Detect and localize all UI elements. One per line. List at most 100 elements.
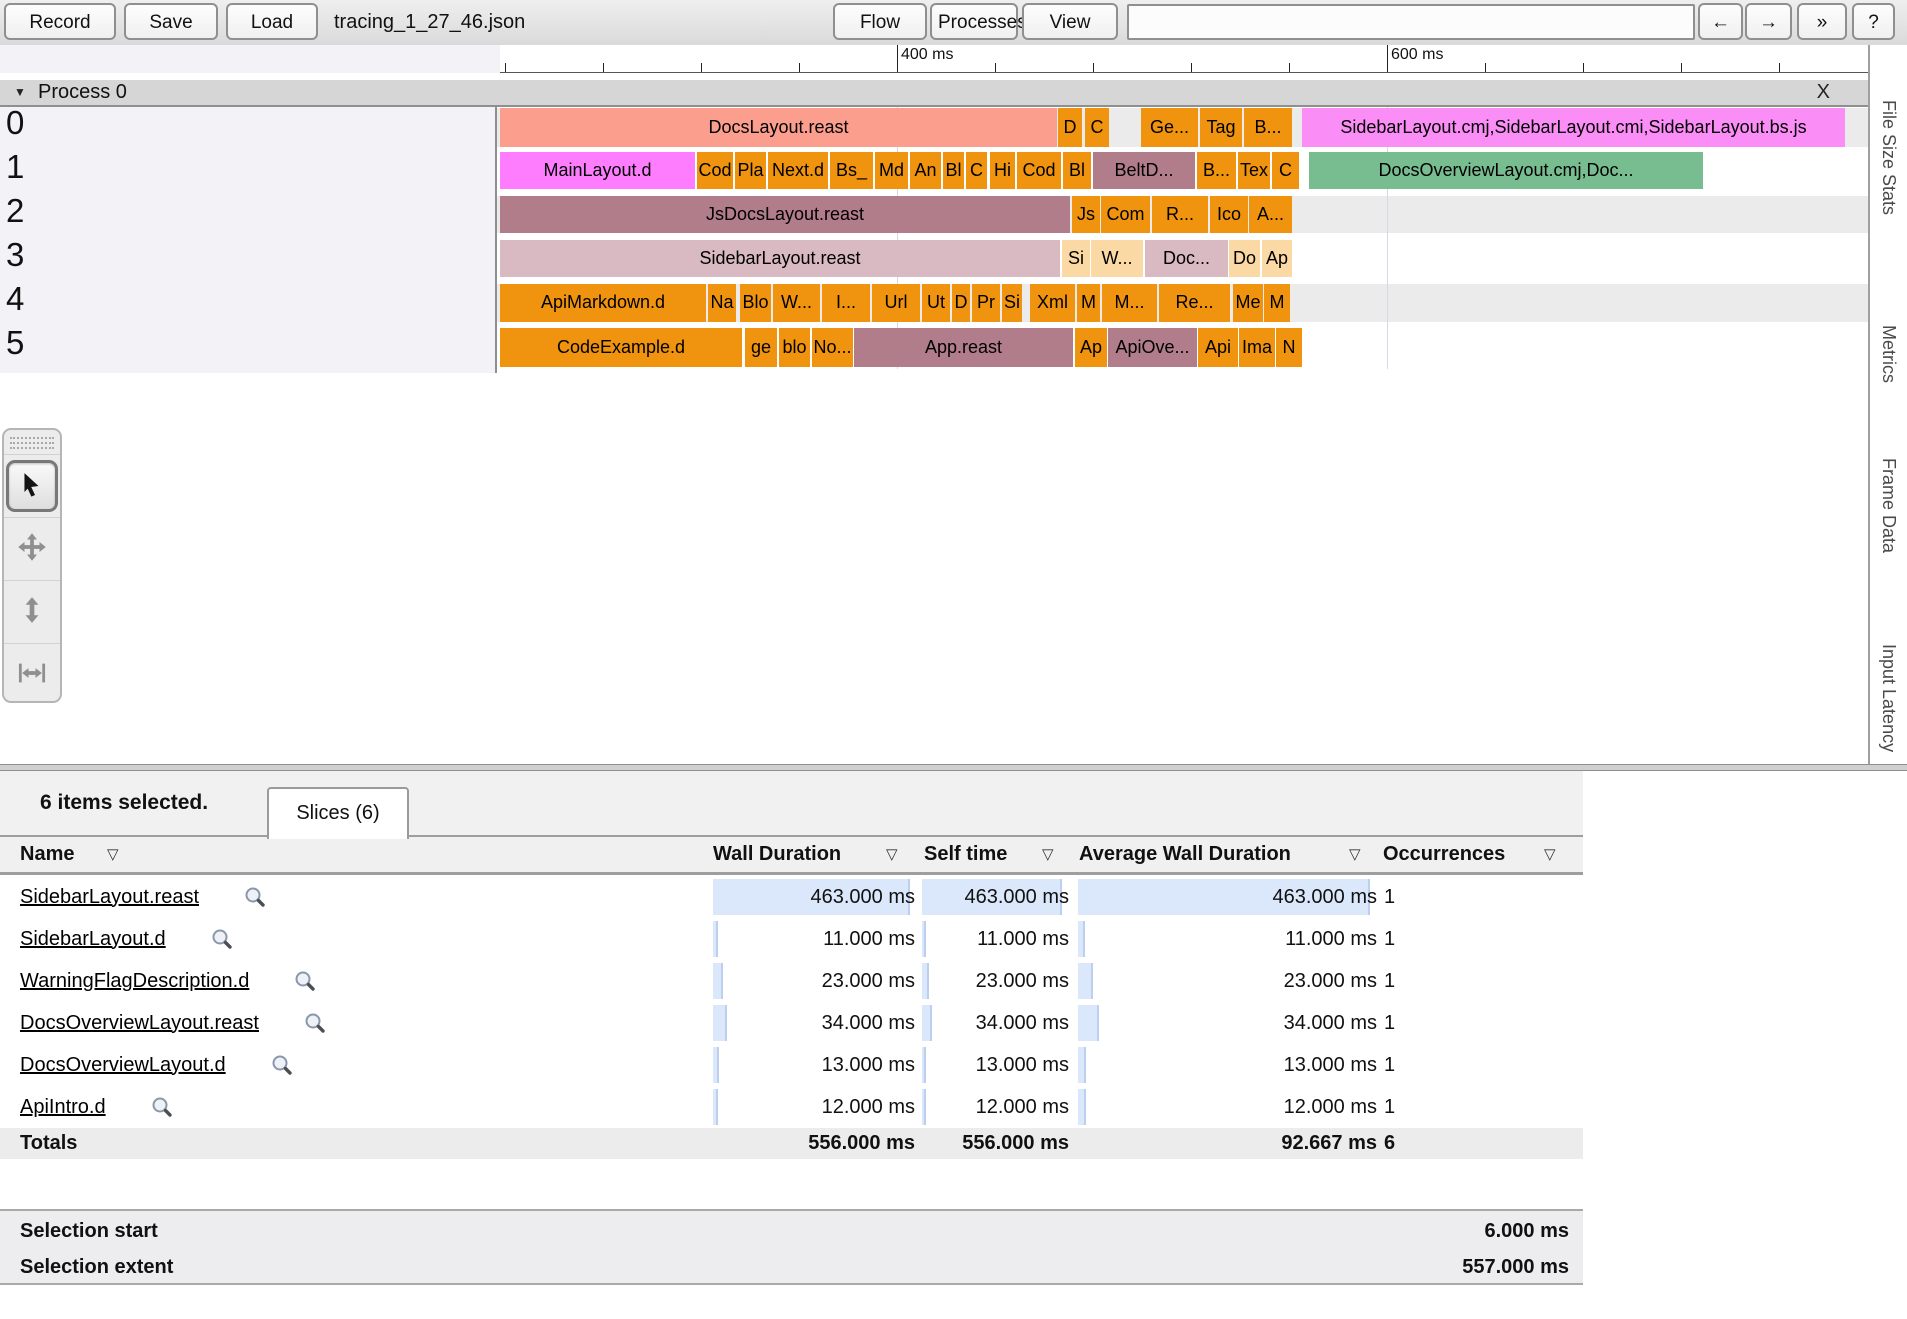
timeline-slice[interactable]: N <box>1276 328 1302 367</box>
timeline-slice[interactable]: Si <box>1062 240 1090 277</box>
magnifier-icon[interactable] <box>294 970 316 992</box>
load-button[interactable]: Load <box>226 3 318 40</box>
find-next-button[interactable]: → <box>1745 3 1792 40</box>
timeline-slice[interactable]: App.reast <box>854 328 1073 367</box>
zoom-tool-button[interactable] <box>4 580 60 643</box>
column-header-self[interactable]: Self time <box>924 837 1007 872</box>
timeline-slice[interactable]: An <box>910 152 941 189</box>
timeline-slice[interactable]: Hi <box>990 152 1015 189</box>
timeline-slice[interactable]: Doc... <box>1145 240 1228 277</box>
more-options-button[interactable]: » <box>1797 3 1847 40</box>
timeline-slice[interactable]: Md <box>875 152 908 189</box>
search-input[interactable] <box>1127 4 1695 40</box>
timeline-slice[interactable]: W... <box>1091 240 1143 277</box>
timeline-slice[interactable]: M <box>1264 284 1290 322</box>
sidebar-tab-input-latency[interactable]: Input Latency <box>1878 644 1899 752</box>
timeline-slice[interactable]: M <box>1077 284 1100 322</box>
view-options-button[interactable]: View Options <box>1022 3 1118 40</box>
column-header-name[interactable]: Name <box>20 837 74 872</box>
timeline-slice[interactable]: SidebarLayout.cmj,SidebarLayout.cmi,Side… <box>1302 108 1845 147</box>
timing-tool-button[interactable] <box>4 643 60 706</box>
timeline-slice[interactable]: R... <box>1152 196 1208 233</box>
timeline-slice[interactable]: blo <box>779 328 810 367</box>
close-process-button[interactable]: X <box>1817 80 1830 105</box>
processes-button[interactable]: Processes <box>930 3 1018 40</box>
slice-name-link[interactable]: DocsOverviewLayout.reast <box>20 1012 259 1035</box>
timeline-slice[interactable]: No... <box>812 328 853 367</box>
timeline-slice[interactable]: Me <box>1233 284 1263 322</box>
sort-icon[interactable]: ▽ <box>1544 837 1556 872</box>
timeline-slice[interactable]: ApiMarkdown.d <box>500 284 706 322</box>
timeline-slice[interactable]: Pla <box>735 152 766 189</box>
timeline-slice[interactable]: Ico <box>1210 196 1248 233</box>
magnifier-icon[interactable] <box>304 1012 326 1034</box>
timeline-slice[interactable]: Blo <box>740 284 771 322</box>
timeline-slice[interactable]: C <box>1085 108 1109 147</box>
timeline-slice[interactable]: Bl <box>1063 152 1091 189</box>
timeline-slice[interactable]: C <box>1272 152 1299 189</box>
timeline-slice[interactable]: Xml <box>1030 284 1075 322</box>
timeline-slice[interactable]: BeltD... <box>1093 152 1195 189</box>
timeline-slice[interactable]: Js <box>1072 196 1100 233</box>
tab-slices[interactable]: Slices (6) <box>267 787 409 839</box>
timeline-ruler[interactable]: 400 ms600 ms <box>0 45 1868 73</box>
timeline-slice[interactable]: MainLayout.d <box>500 152 695 189</box>
find-previous-button[interactable]: ← <box>1698 3 1743 40</box>
pan-tool-button[interactable] <box>4 517 60 580</box>
magnifier-icon[interactable] <box>151 1096 173 1118</box>
slice-name-link[interactable]: ApiIntro.d <box>20 1096 106 1119</box>
timeline-slice[interactable]: Si <box>1002 284 1022 322</box>
timeline-slice[interactable]: D <box>952 284 970 322</box>
timeline-slice[interactable]: Com <box>1101 196 1150 233</box>
track-area[interactable]: DocsLayout.reastDCGe...TagB...SidebarLay… <box>497 107 1868 373</box>
timeline-slice[interactable]: Na <box>708 284 736 322</box>
timeline-slice[interactable]: ge <box>745 328 777 367</box>
toolbox-drag-grip[interactable] <box>10 437 54 449</box>
timeline-slice[interactable]: Ap <box>1075 328 1107 367</box>
timeline-slice[interactable]: Bl <box>943 152 964 189</box>
timeline-slice[interactable]: SidebarLayout.reast <box>500 240 1060 277</box>
timeline-slice[interactable]: W... <box>773 284 820 322</box>
timeline-slice[interactable]: Url <box>872 284 920 322</box>
timeline-slice[interactable]: I... <box>822 284 870 322</box>
panel-splitter[interactable] <box>0 764 1907 771</box>
timeline-slice[interactable]: JsDocsLayout.reast <box>500 196 1070 233</box>
sort-icon[interactable]: ▽ <box>1349 837 1361 872</box>
timeline-slice[interactable]: D <box>1058 108 1082 147</box>
flow-events-button[interactable]: Flow events <box>833 3 927 40</box>
timeline-slice[interactable]: Tex <box>1238 152 1270 189</box>
timeline-slice[interactable]: CodeExample.d <box>500 328 742 367</box>
slice-name-link[interactable]: SidebarLayout.reast <box>20 886 199 909</box>
timeline-slice[interactable]: ApiOve... <box>1108 328 1197 367</box>
timeline-slice[interactable]: Cod <box>1017 152 1061 189</box>
column-header-occurrences[interactable]: Occurrences <box>1383 837 1505 872</box>
timeline-slice[interactable]: Pr <box>972 284 1000 322</box>
record-button[interactable]: Record <box>4 3 116 40</box>
slice-name-link[interactable]: DocsOverviewLayout.d <box>20 1054 226 1077</box>
magnifier-icon[interactable] <box>244 886 266 908</box>
selection-tool-button[interactable] <box>4 454 60 517</box>
timeline-slice[interactable]: Cod <box>697 152 733 189</box>
sort-icon[interactable]: ▽ <box>107 837 119 872</box>
collapse-triangle-icon[interactable]: ▼ <box>14 80 26 105</box>
timeline-slice[interactable]: Ima <box>1239 328 1275 367</box>
sort-icon[interactable]: ▽ <box>1042 837 1054 872</box>
magnifier-icon[interactable] <box>271 1054 293 1076</box>
timeline-slice[interactable]: Next.d <box>768 152 828 189</box>
timeline-slice[interactable]: Api <box>1198 328 1238 367</box>
timeline-slice[interactable]: Tag <box>1200 108 1242 147</box>
timeline-slice[interactable]: DocsOverviewLayout.cmj,Doc... <box>1309 152 1703 189</box>
sidebar-tab-metrics[interactable]: Metrics <box>1878 325 1899 383</box>
timeline-slice[interactable]: Do <box>1229 240 1260 277</box>
column-header-average[interactable]: Average Wall Duration <box>1079 837 1291 872</box>
timeline-slice[interactable]: Ut <box>922 284 950 322</box>
sort-icon[interactable]: ▽ <box>886 837 898 872</box>
timeline-slice[interactable]: Ap <box>1262 240 1292 277</box>
sidebar-tab-frame-data[interactable]: Frame Data <box>1878 458 1899 553</box>
slice-name-link[interactable]: SidebarLayout.d <box>20 928 166 951</box>
slice-name-link[interactable]: WarningFlagDescription.d <box>20 970 249 993</box>
timeline-slice[interactable]: DocsLayout.reast <box>500 108 1057 147</box>
sidebar-tab-file-size-stats[interactable]: File Size Stats <box>1878 100 1899 215</box>
timeline-slice[interactable]: C <box>966 152 987 189</box>
column-header-wall[interactable]: Wall Duration <box>713 837 841 872</box>
